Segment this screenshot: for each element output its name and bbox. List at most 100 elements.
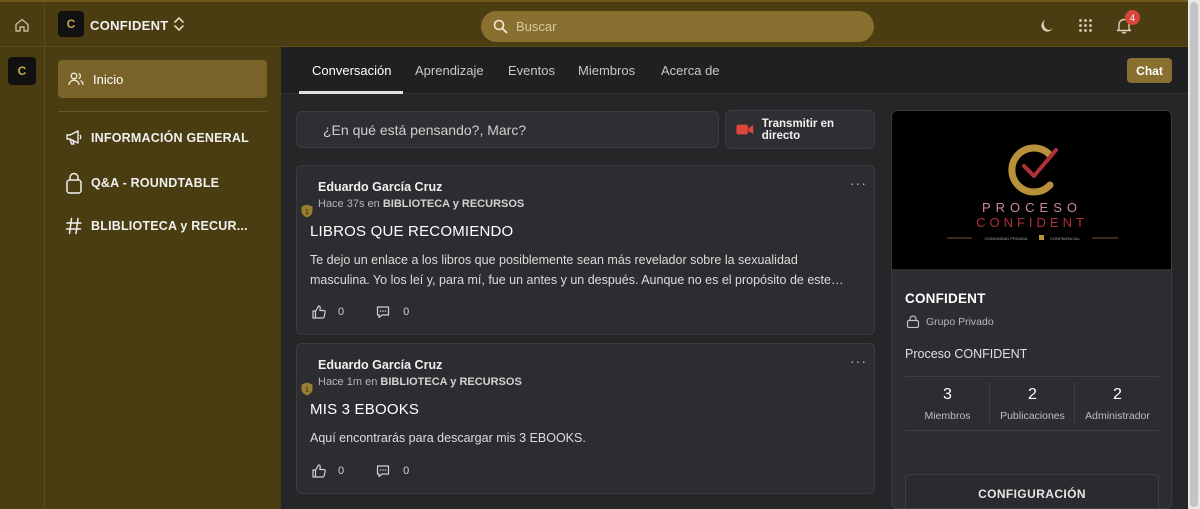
author-level-badge: 1 [301, 382, 313, 396]
group-description: Proceso CONFIDENT [905, 347, 1028, 361]
lock-chat-icon [66, 172, 82, 194]
sidebar-item-label: INFORMACIÓN GENERAL [91, 130, 249, 145]
grid-icon [1078, 18, 1092, 32]
banner-tagline-right: CONFIDENCIAL [1050, 236, 1081, 241]
post-more-button[interactable]: ··· [850, 353, 867, 369]
like-button[interactable] [311, 304, 327, 320]
post-title[interactable]: MIS 3 EBOOKS [310, 401, 419, 418]
brand-logo-letter: C [66, 17, 76, 31]
post-more-button[interactable]: ··· [850, 175, 867, 191]
group-banner-logo: PROCESO CONFIDENT COMUNIDAD PRIVADA CONF… [947, 144, 1118, 241]
badge-level: 1 [305, 387, 309, 394]
post-actions: 0 0 [311, 463, 409, 479]
post-meta: Hace 1m en BIBLIOTECA y RECURSOS [318, 376, 522, 388]
sidebar-item-informacion-general[interactable]: INFORMACIÓN GENERAL [65, 129, 249, 146]
sidebar-divider [58, 111, 267, 112]
stats-divider-bottom [905, 430, 1159, 431]
tab-acerca-de[interactable]: Acerca de [661, 63, 720, 78]
live-stream-button[interactable]: Transmitir en directo [725, 110, 875, 149]
like-count: 0 [338, 465, 345, 477]
active-tab-indicator [299, 91, 403, 94]
page-scrollbar[interactable] [1188, 0, 1200, 509]
chat-button[interactable]: Chat [1127, 58, 1172, 83]
banner-line-1: PROCESO [982, 200, 1082, 215]
megaphone-icon [66, 130, 82, 145]
search-box[interactable] [481, 11, 874, 42]
sidebar: Inicio INFORMACIÓN GENERAL Q&A - ROUNDTA… [45, 47, 281, 509]
shield-badge-icon: 1 [301, 204, 313, 218]
post-channel[interactable]: BIBLIOTECA y RECURSOS [380, 376, 521, 388]
like-count: 0 [338, 306, 345, 318]
post-author[interactable]: Eduardo García Cruz [318, 180, 442, 194]
comment-count: 0 [403, 306, 410, 318]
comment-icon [377, 465, 390, 478]
stat-label: Miembros [924, 410, 971, 422]
thumbs-up-icon [312, 305, 326, 319]
search-icon [493, 19, 508, 34]
sidebar-item-biblioteca[interactable]: BLIBLIOTECA y RECUR... [65, 217, 248, 235]
post-meta: Hace 37s en BIBLIOTECA y RECURSOS [318, 198, 524, 210]
group-info-card: PROCESO CONFIDENT COMUNIDAD PRIVADA CONF… [891, 110, 1172, 509]
sidebar-item-label: Q&A - ROUNDTABLE [91, 176, 220, 190]
post-in-word: en [367, 198, 380, 210]
composer-placeholder: ¿En qué está pensando?, Marc? [323, 121, 527, 138]
post-body: Aquí encontrarás para descargar mis 3 EB… [310, 431, 586, 445]
sidebar-item-inicio[interactable]: Inicio [58, 60, 267, 98]
group-name: CONFIDENT [905, 291, 986, 306]
stat-publicaciones[interactable]: 2 Publicaciones [990, 386, 1075, 422]
tab-miembros[interactable]: Miembros [578, 63, 635, 78]
banner-line-2: CONFIDENT [976, 215, 1088, 230]
live-stream-label: Transmitir en directo [761, 117, 834, 142]
search-input[interactable] [516, 19, 846, 34]
sidebar-item-qa-roundtable[interactable]: Q&A - ROUNDTABLE [65, 172, 219, 194]
stat-value: 2 [1113, 386, 1122, 403]
stat-value: 3 [943, 386, 952, 403]
video-camera-icon [736, 124, 754, 135]
notification-count-badge: 4 [1125, 10, 1140, 25]
post-card[interactable]: Eduardo García Cruz Hace 37s en BIBLIOTE… [296, 165, 875, 335]
rail-logo-letter: C [17, 64, 27, 78]
comment-count: 0 [403, 465, 410, 477]
home-button[interactable] [0, 2, 45, 47]
like-button[interactable] [311, 463, 327, 479]
group-privacy: Grupo Privado [906, 315, 994, 328]
post-composer[interactable]: ¿En qué está pensando?, Marc? [296, 111, 719, 148]
stat-miembros[interactable]: 3 Miembros [905, 386, 990, 422]
shield-badge-icon: 1 [301, 382, 313, 396]
sidebar-item-inicio-label: Inicio [93, 71, 124, 87]
tab-aprendizaje[interactable]: Aprendizaje [415, 63, 484, 78]
badge-level: 1 [305, 209, 309, 216]
group-privacy-label: Grupo Privado [926, 315, 994, 328]
home-icon [15, 18, 29, 32]
post-time: Hace 37s [318, 198, 365, 210]
post-actions: 0 0 [311, 304, 409, 320]
sidebar-item-label: BLIBLIOTECA y RECUR... [91, 219, 248, 233]
brand-logo[interactable]: C [58, 11, 84, 37]
post-card[interactable]: Eduardo García Cruz Hace 1m en BIBLIOTEC… [296, 343, 875, 494]
chevron-up-down-icon [174, 17, 184, 31]
community-rail-logo[interactable]: C [8, 57, 36, 85]
stat-administrador[interactable]: 2 Administrador [1075, 386, 1160, 422]
scrollbar-thumb[interactable] [1190, 2, 1198, 507]
stat-label: Administrador [1085, 410, 1150, 422]
apps-menu-button[interactable] [1075, 15, 1095, 35]
configuracion-button[interactable]: CONFIGURACIÓN [905, 474, 1159, 508]
post-body: Te dejo un enlace a los libros que posib… [310, 253, 844, 287]
post-time: Hace 1m [318, 376, 363, 388]
stats-divider-top [905, 376, 1159, 377]
dark-mode-toggle[interactable] [1037, 15, 1057, 35]
comment-button[interactable] [375, 463, 391, 479]
tab-conversacion[interactable]: Conversación [312, 63, 392, 78]
comment-button[interactable] [375, 304, 391, 320]
group-banner: PROCESO CONFIDENT COMUNIDAD PRIVADA CONF… [892, 111, 1171, 269]
brand-switcher[interactable] [172, 15, 186, 36]
post-channel[interactable]: BIBLIOTECA y RECURSOS [383, 198, 524, 210]
post-title[interactable]: LIBROS QUE RECOMIENDO [310, 223, 513, 240]
top-bar: C CONFIDENT 4 [0, 0, 1188, 47]
post-author[interactable]: Eduardo García Cruz [318, 358, 442, 372]
brand-name[interactable]: CONFIDENT [90, 18, 169, 33]
banner-tagline-left: COMUNIDAD PRIVADA [984, 236, 1027, 241]
moon-icon [1040, 19, 1053, 32]
lock-icon [906, 315, 920, 328]
tab-eventos[interactable]: Eventos [508, 63, 555, 78]
